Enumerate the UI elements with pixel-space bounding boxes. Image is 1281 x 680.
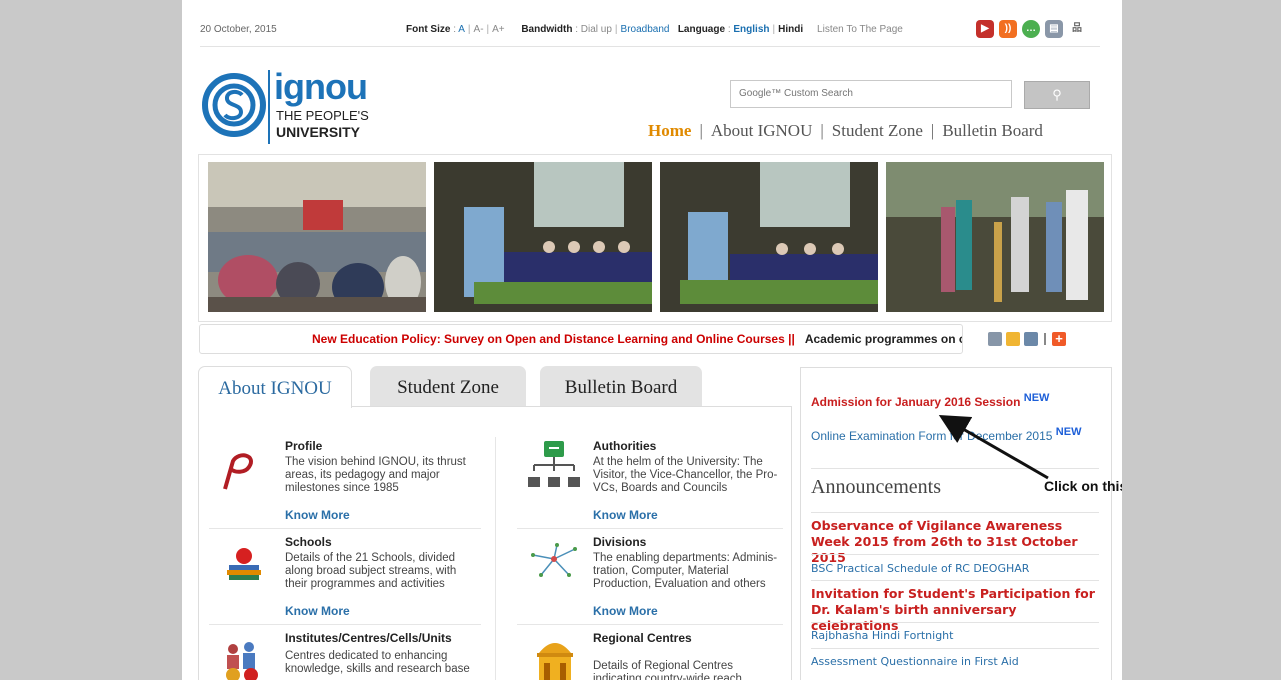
language-label: Language [677, 24, 726, 35]
nav-student-zone[interactable]: Student Zone [832, 121, 923, 140]
item-title: Divisions [593, 535, 647, 549]
font-size-label: Font Size [406, 24, 451, 35]
know-more-link[interactable]: Know More [593, 508, 658, 522]
gallery-photo[interactable] [660, 162, 878, 312]
exam-form-link[interactable]: Online Examination Form for December 201… [811, 426, 1081, 443]
ticker-text-2[interactable]: Academic programmes on offer 2( [805, 332, 962, 346]
know-more-link[interactable]: Know More [285, 604, 350, 618]
accessibility-options: Font Size : A | A- | A+ Bandwidth : Dial up |… [406, 24, 903, 35]
mail-icon[interactable] [988, 332, 1002, 346]
star-icon[interactable] [1006, 332, 1020, 346]
annotation-label: Click on this link [1044, 478, 1122, 494]
news-ticker[interactable]: New Education Policy: Survey on Open and… [199, 324, 963, 354]
announcement-link[interactable]: BSC Practical Schedule of RC DEOGHAR [811, 562, 1029, 575]
item-title: Authorities [593, 439, 657, 453]
search-icon: ⚲ [1052, 87, 1062, 102]
new-badge: NEW [1023, 392, 1050, 404]
share-icons: + [988, 332, 1070, 348]
hindi-link[interactable]: Hindi [778, 24, 803, 35]
ignou-logo[interactable]: ignou THE PEOPLE'S UNIVERSITY [202, 66, 402, 146]
tab-student-zone[interactable]: Student Zone [370, 366, 526, 406]
main-nav: Home | About IGNOU | Student Zone | Bulletin B… [648, 121, 1043, 140]
print-icon[interactable] [1024, 332, 1038, 346]
nav-about[interactable]: About IGNOU [711, 121, 813, 140]
item-desc: The enabling departments: Adminis-tratio… [593, 552, 778, 590]
gallery-photo[interactable] [208, 162, 426, 312]
news-panel: Admission for January 2016 Session NEW O… [800, 367, 1112, 680]
top-divider [200, 46, 1100, 47]
search-box [730, 80, 1012, 108]
gallery-photo[interactable] [886, 162, 1104, 312]
item-title: Profile [285, 439, 323, 453]
item-desc: Details of Regional Centres indicating c… [593, 660, 742, 680]
rss-icon[interactable]: )) [999, 20, 1017, 38]
listen-link[interactable]: Listen To The Page [817, 24, 903, 35]
nav-bulletin-board[interactable]: Bulletin Board [942, 121, 1043, 140]
ticker-text[interactable]: New Education Policy: Survey on Open and… [312, 332, 795, 346]
apple-books-icon [227, 548, 261, 580]
new-badge: NEW [1055, 426, 1082, 438]
social-icons: ▶)) … ▤ 品 [976, 20, 1091, 40]
tab-bulletin-board[interactable]: Bulletin Board [540, 366, 702, 406]
logo-emblem-icon [202, 73, 266, 137]
page: 20 October, 2015 Font Size : A | A- | A+ Ban… [182, 0, 1122, 680]
photo-gallery [198, 154, 1112, 322]
logo-wordmark: ignou [274, 66, 368, 107]
broadband-link[interactable]: Broadband [621, 24, 670, 35]
nav-home[interactable]: Home [648, 121, 691, 140]
about-panel: Profile The vision behind IGNOU, its thr… [198, 406, 792, 680]
english-link[interactable]: English [733, 24, 769, 35]
announcement-link[interactable]: Observance of Vigilance Awareness Week 2… [811, 518, 1101, 566]
item-title: Institutes/Centres/Cells/Units [285, 631, 452, 645]
admission-link[interactable]: Admission for January 2016 Session NEW [811, 392, 1049, 409]
font-larger-link[interactable]: A+ [492, 24, 505, 35]
announcements-title: Announcements [811, 476, 941, 498]
know-more-link[interactable]: Know More [593, 604, 658, 618]
gallery-photo[interactable] [434, 162, 652, 312]
network-icon [531, 543, 577, 577]
profile-icon [223, 453, 253, 490]
tab-about-ignou[interactable]: About IGNOU [198, 366, 352, 408]
item-desc: The vision behind IGNOU, its thrust area… [285, 456, 466, 494]
announcement-link[interactable]: Rajbhasha Hindi Fortnight [811, 629, 953, 642]
top-bar: 20 October, 2015 Font Size : A | A- | A+ Ban… [200, 20, 1086, 40]
item-desc: At the helm of the University: The Visit… [593, 456, 778, 494]
know-more-link[interactable]: Know More [285, 508, 350, 522]
org-chart-icon [528, 441, 580, 487]
font-smaller-link[interactable]: A- [474, 24, 484, 35]
logo-tagline-2: UNIVERSITY [276, 124, 361, 140]
building-icon [537, 643, 573, 680]
chat-icon[interactable]: … [1022, 20, 1040, 38]
sitemap-icon[interactable]: 品 [1068, 20, 1086, 38]
item-desc: Details of the 21 Schools, divided along… [285, 552, 457, 590]
search-input[interactable] [731, 81, 1009, 105]
book-icon[interactable]: ▤ [1045, 20, 1063, 38]
item-title: Regional Centres [593, 631, 692, 645]
bandwidth-label: Bandwidth [521, 24, 573, 35]
youtube-icon[interactable]: ▶ [976, 20, 994, 38]
announcement-link[interactable]: Invitation for Student's Participation f… [811, 586, 1101, 634]
date-label: 20 October, 2015 [200, 24, 277, 35]
font-normal-link[interactable]: A [458, 24, 465, 35]
item-desc: Centres dedicated to enhancing knowledge… [285, 650, 470, 675]
dialup-link[interactable]: Dial up [581, 24, 612, 35]
logo-tagline-1: THE PEOPLE'S [276, 108, 369, 123]
item-title: Schools [285, 535, 332, 549]
announcement-link[interactable]: Assessment Questionnaire in First Aid [811, 655, 1019, 668]
search-button[interactable]: ⚲ [1024, 81, 1090, 109]
plus-icon[interactable]: + [1052, 332, 1066, 346]
people-icon [226, 642, 258, 680]
